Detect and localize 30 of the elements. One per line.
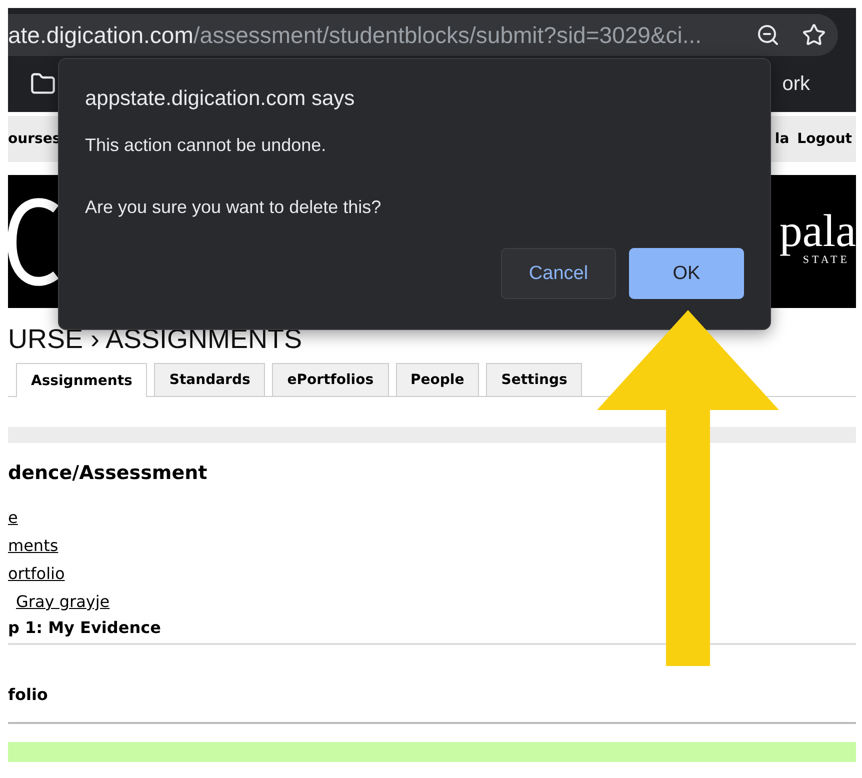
zoom-out-icon[interactable] <box>756 23 780 47</box>
star-icon[interactable] <box>802 23 826 47</box>
link[interactable]: ments <box>8 532 58 560</box>
address-bar[interactable]: ate.digication.com/assessment/studentblocks/submit?sid=3029&ci... <box>8 14 838 56</box>
link[interactable]: Gray grayje <box>8 588 110 616</box>
block-title: p 1: My Evidence <box>8 617 162 639</box>
logo-subtitle: STATE <box>802 254 850 266</box>
logo-name: pala <box>779 208 856 254</box>
user-name: la <box>774 131 790 147</box>
tab[interactable]: ePortfolios <box>272 363 389 396</box>
section-title: dence/Assessment <box>8 462 208 484</box>
tab[interactable]: Assignments <box>16 363 148 397</box>
dialog-message: Are you sure you want to delete this? <box>85 197 382 218</box>
nav-link[interactable]: ourses <box>8 131 61 147</box>
link[interactable]: e <box>8 504 18 532</box>
breadcrumb: URSE › ASSIGNMENTS <box>8 324 304 355</box>
dialog-message: This action cannot be undone. <box>85 135 328 156</box>
ok-button[interactable]: OK <box>629 248 744 299</box>
logo-icon <box>8 196 58 286</box>
dialog-title: appstate.digication.com says <box>85 87 356 111</box>
cancel-button[interactable]: Cancel <box>501 248 616 299</box>
tab[interactable]: People <box>396 363 480 396</box>
logout-link[interactable]: Logout <box>797 131 852 147</box>
bookmark-label[interactable]: ork <box>782 72 810 96</box>
tab[interactable]: Settings <box>486 363 582 396</box>
tab[interactable]: Standards <box>154 363 266 396</box>
portfolio-title: folio <box>8 684 49 706</box>
link[interactable]: ortfolio <box>8 560 65 588</box>
folder-icon[interactable] <box>30 71 56 97</box>
url-text: ate.digication.com/assessment/studentblocks/submit?sid=3029&ci... <box>8 22 703 48</box>
